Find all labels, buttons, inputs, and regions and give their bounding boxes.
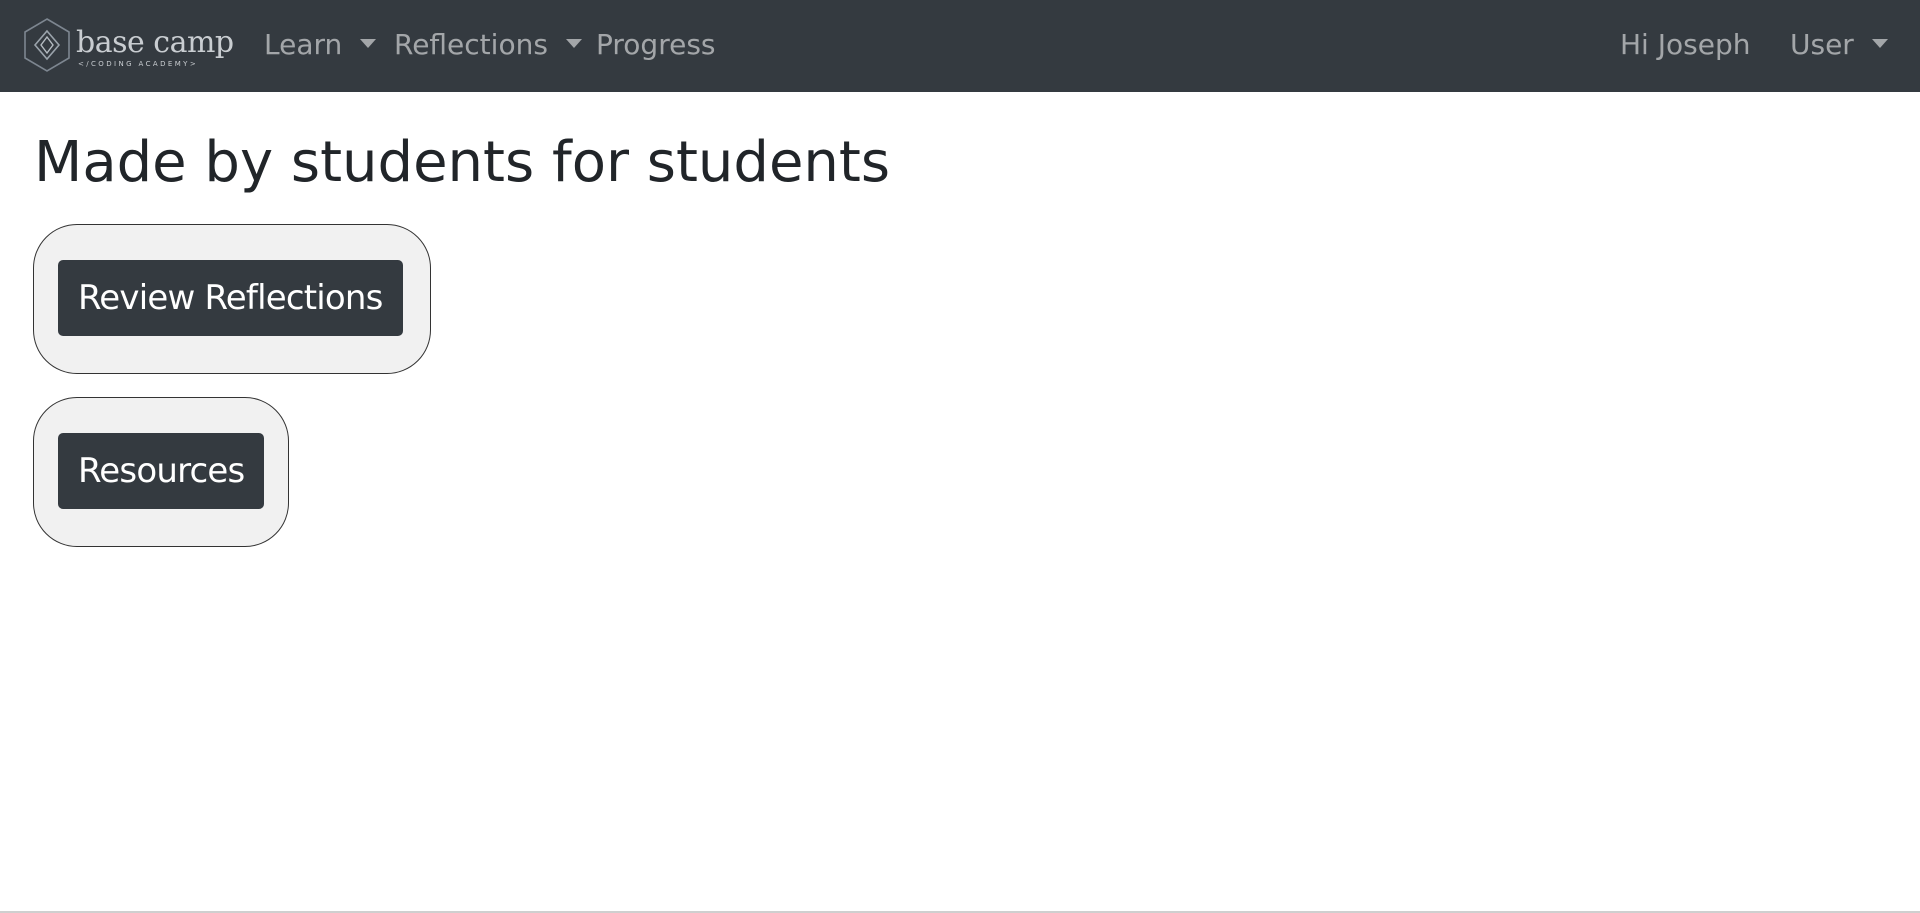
greeting-text: Hi Joseph [1620, 28, 1750, 61]
brand-name: base camp [76, 25, 234, 60]
chevron-down-icon [360, 39, 377, 48]
nav-learn-dropdown[interactable]: Learn [264, 28, 377, 61]
user-menu-dropdown[interactable]: User [1790, 28, 1888, 61]
brand-logo-link[interactable]: base camp </CODING ACADEMY> [22, 17, 234, 75]
nav-progress-link[interactable]: Progress [596, 28, 716, 61]
brand-tagline: </CODING ACADEMY> [78, 60, 199, 68]
nav-reflections-label: Reflections [394, 28, 548, 61]
greeting-label: Hi Joseph [1620, 28, 1751, 61]
review-reflections-button[interactable]: Review Reflections [58, 260, 403, 336]
nav-reflections-dropdown[interactable]: Reflections [394, 28, 582, 61]
review-reflections-card: Review Reflections [33, 224, 431, 374]
hexagon-diamond-logo-icon [24, 18, 70, 72]
nav-progress-label: Progress [596, 28, 716, 61]
user-menu-label: User [1790, 28, 1854, 61]
chevron-down-icon [565, 39, 582, 48]
top-navbar: base camp </CODING ACADEMY> Learn Reflec… [0, 0, 1920, 92]
page-title: Made by students for students [34, 130, 891, 195]
chevron-down-icon [1871, 39, 1888, 48]
resources-button[interactable]: Resources [58, 433, 265, 509]
nav-learn-label: Learn [264, 28, 343, 61]
resources-card: Resources [33, 397, 289, 547]
